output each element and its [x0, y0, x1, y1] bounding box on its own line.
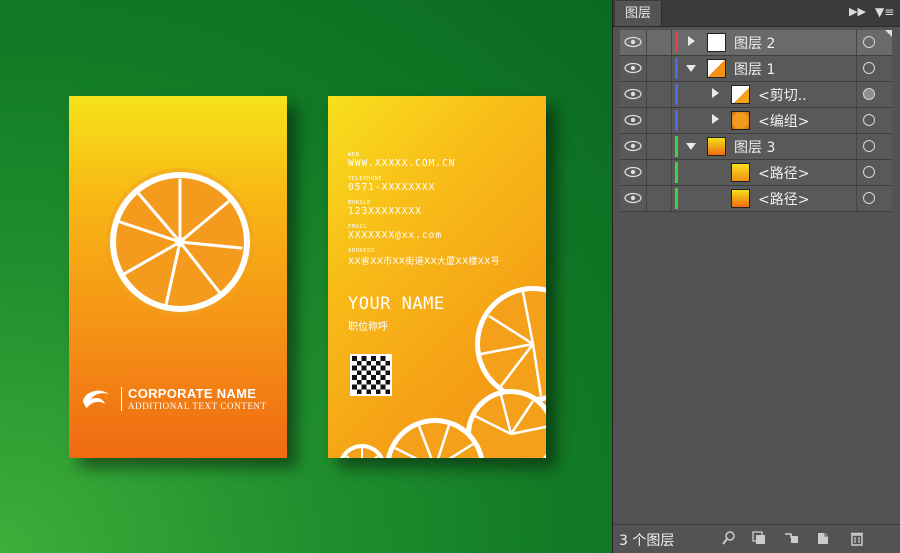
- layer-color-bar: [675, 136, 678, 157]
- collapse-arrow-icon[interactable]: [686, 143, 696, 150]
- selection-corner-icon: [885, 30, 892, 37]
- layer-name[interactable]: <路径>: [758, 189, 809, 209]
- create-sublayer-icon[interactable]: [783, 530, 799, 546]
- layer-name[interactable]: <路径>: [758, 163, 809, 183]
- expand-arrow-icon[interactable]: [712, 88, 719, 98]
- layer-thumbnail: [707, 59, 726, 78]
- row-divider: [856, 82, 857, 107]
- lock-toggle[interactable]: [647, 134, 672, 159]
- layer-row[interactable]: <路径>: [620, 160, 892, 186]
- layer-thumbnail: [731, 111, 750, 130]
- orange-slices-decoration: [340, 286, 546, 458]
- corporate-subtitle: ADDITIONAL TEXT CONTENT: [128, 401, 267, 411]
- business-card-back[interactable]: WEB WWW.XXXXX.COM.CN TELEPHONE 0571-XXXX…: [328, 96, 546, 458]
- lock-toggle[interactable]: [647, 160, 672, 185]
- layer-thumbnail: [731, 163, 750, 182]
- artboard[interactable]: CORPORATE NAME ADDITIONAL TEXT CONTENT W…: [0, 0, 612, 553]
- layer-row[interactable]: 图层 3: [620, 134, 892, 160]
- delete-layer-trash-icon[interactable]: [849, 530, 865, 546]
- collapse-arrow-icon[interactable]: [686, 65, 696, 72]
- target-circle-icon[interactable]: [863, 166, 875, 178]
- target-circle-icon[interactable]: [863, 192, 875, 204]
- lock-toggle[interactable]: [647, 30, 672, 55]
- visibility-eye-icon[interactable]: [620, 186, 647, 211]
- visibility-eye-icon[interactable]: [620, 56, 647, 81]
- layer-name[interactable]: <编组>: [758, 111, 809, 131]
- layer-thumbnail: [731, 189, 750, 208]
- target-circle-icon[interactable]: [863, 140, 875, 152]
- layer-name[interactable]: 图层 1: [734, 59, 775, 79]
- visibility-eye-icon[interactable]: [620, 30, 647, 55]
- row-divider: [856, 30, 857, 55]
- collapse-panel-icon[interactable]: ▶▶: [849, 5, 866, 18]
- layer-row[interactable]: 图层 1: [620, 56, 892, 82]
- row-divider: [856, 56, 857, 81]
- layer-color-bar: [675, 84, 678, 105]
- layers-list: 图层 2 图层 1 <剪切.. <编组> 图层 3 <路径> <路径>: [620, 30, 892, 212]
- layer-count: 3 个图层: [619, 533, 675, 549]
- layer-color-bar: [675, 110, 678, 131]
- target-circle-icon[interactable]: [863, 88, 875, 100]
- corporate-name: CORPORATE NAME: [128, 386, 257, 401]
- target-circle-icon[interactable]: [863, 62, 875, 74]
- layer-color-bar: [675, 188, 678, 209]
- row-divider: [856, 186, 857, 211]
- lock-toggle[interactable]: [647, 186, 672, 211]
- lock-toggle[interactable]: [647, 56, 672, 81]
- layer-thumbnail: [731, 85, 750, 104]
- lock-toggle[interactable]: [647, 82, 672, 107]
- visibility-eye-icon[interactable]: [620, 160, 647, 185]
- row-divider: [856, 160, 857, 185]
- panel-menu-icon[interactable]: ▼≡: [875, 5, 894, 19]
- layer-color-bar: [675, 32, 678, 53]
- create-new-layer-icon[interactable]: [815, 530, 831, 546]
- visibility-eye-icon[interactable]: [620, 82, 647, 107]
- brand-divider: [121, 387, 122, 411]
- row-divider: [856, 134, 857, 159]
- visibility-eye-icon[interactable]: [620, 108, 647, 133]
- target-circle-icon[interactable]: [863, 36, 875, 48]
- layer-thumbnail: [707, 33, 726, 52]
- target-circle-icon[interactable]: [863, 114, 875, 126]
- layer-color-bar: [675, 58, 678, 79]
- layer-row[interactable]: <路径>: [620, 186, 892, 212]
- layer-name[interactable]: 图层 3: [734, 137, 775, 157]
- row-divider: [856, 108, 857, 133]
- expand-arrow-icon[interactable]: [688, 36, 695, 46]
- expand-arrow-icon[interactable]: [712, 114, 719, 124]
- visibility-eye-icon[interactable]: [620, 134, 647, 159]
- layer-row[interactable]: <剪切..: [620, 82, 892, 108]
- make-clipping-mask-icon[interactable]: [751, 530, 767, 546]
- layer-row[interactable]: <编组>: [620, 108, 892, 134]
- layer-name[interactable]: <剪切..: [758, 85, 807, 105]
- brand-row: CORPORATE NAME ADDITIONAL TEXT CONTENT: [79, 386, 267, 412]
- tab-layers[interactable]: 图层: [615, 1, 663, 26]
- layer-name[interactable]: 图层 2: [734, 33, 775, 53]
- layers-panel: 图层 ▶▶ ▼≡ 图层 2 图层 1 <剪切.. <编组> 图层 3 <路径> …: [612, 0, 900, 553]
- panel-tab-bar: 图层 ▶▶ ▼≡: [613, 0, 900, 27]
- layer-color-bar: [675, 162, 678, 183]
- business-card-front[interactable]: CORPORATE NAME ADDITIONAL TEXT CONTENT: [69, 96, 287, 458]
- layer-thumbnail: [707, 137, 726, 156]
- layer-row[interactable]: 图层 2: [620, 30, 892, 56]
- locate-object-icon[interactable]: [721, 530, 737, 546]
- lock-toggle[interactable]: [647, 108, 672, 133]
- company-logo-icon: [83, 390, 109, 408]
- panel-footer: 3 个图层: [613, 524, 900, 553]
